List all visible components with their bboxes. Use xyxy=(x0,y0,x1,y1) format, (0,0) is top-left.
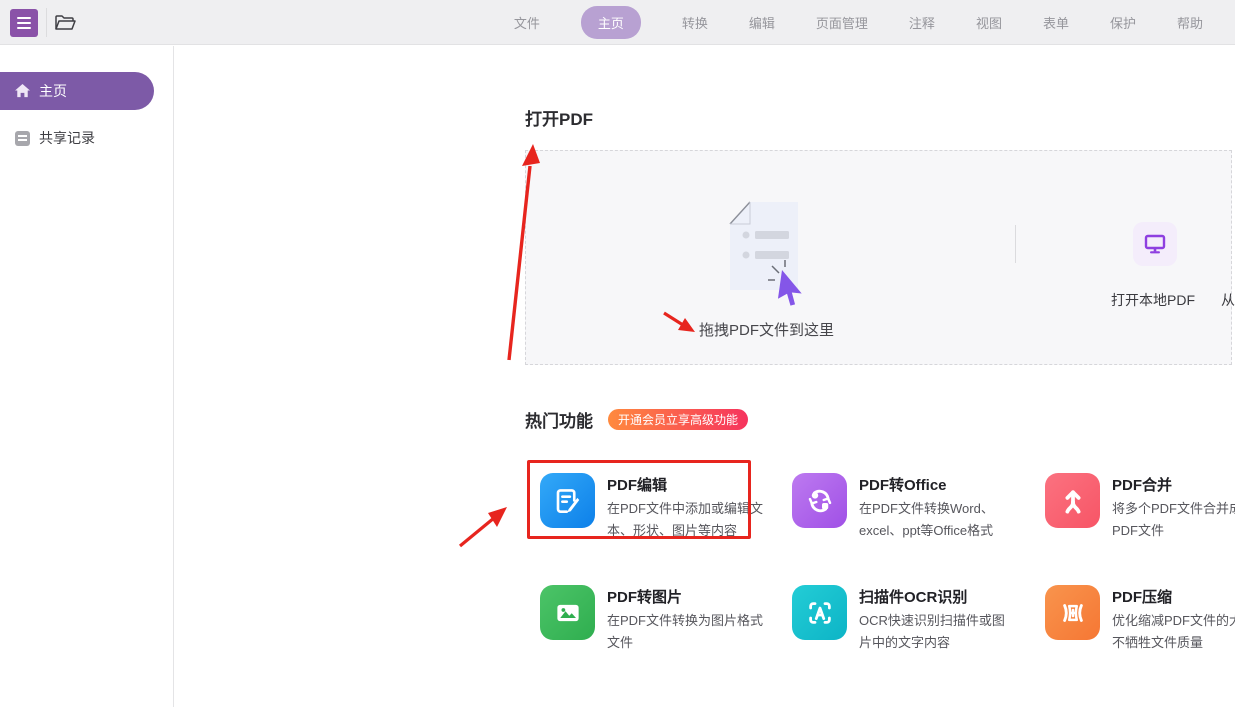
open-local-pdf-button[interactable] xyxy=(1133,222,1177,266)
card-title: PDF转Office xyxy=(859,474,994,495)
feature-card-pdf-to-image[interactable]: PDF转图片 在PDF文件转换为图片格式 文件 xyxy=(540,585,763,654)
card-title: 扫描件OCR识别 xyxy=(859,586,1005,607)
card-desc-line: 在PDF文件转换Word、 xyxy=(859,498,994,520)
dropzone-hint-text: 拖拽PDF文件到这里 xyxy=(699,319,834,340)
card-title: PDF压缩 xyxy=(1112,586,1235,607)
merge-arrow-icon xyxy=(1045,473,1100,528)
card-desc-line: excel、ppt等Office格式 xyxy=(859,520,994,542)
compress-icon xyxy=(1045,585,1100,640)
card-desc-line: 不牺牲文件质量 xyxy=(1112,632,1235,654)
feature-card-ocr[interactable]: 扫描件OCR识别 OCR快速识别扫描件或图 片中的文字内容 xyxy=(792,585,1005,654)
open-local-pdf-label[interactable]: 打开本地PDF xyxy=(1111,290,1195,310)
share-record-icon xyxy=(14,130,30,146)
convert-sync-icon xyxy=(792,473,847,528)
card-desc-line: 在PDF文件中添加或编辑文 xyxy=(607,498,763,520)
card-desc-line: PDF文件 xyxy=(1112,520,1235,542)
tab-file[interactable]: 文件 xyxy=(514,13,540,32)
card-desc-line: 片中的文字内容 xyxy=(859,632,1005,654)
sidebar-item-label: 共享记录 xyxy=(39,128,95,148)
hot-features-heading: 热门功能 xyxy=(525,407,593,432)
clipped-option-label[interactable]: 从 xyxy=(1221,290,1235,310)
sidebar-item-label: 主页 xyxy=(39,81,67,101)
vip-promo-badge[interactable]: 开通会员立享高级功能 xyxy=(608,409,748,430)
feature-card-pdf-edit[interactable]: PDF编辑 在PDF文件中添加或编辑文 本、形状、图片等内容 xyxy=(540,473,763,542)
tab-page-manage[interactable]: 页面管理 xyxy=(816,13,868,32)
card-desc-line: 优化缩减PDF文件的大小 xyxy=(1112,610,1235,632)
tab-protect[interactable]: 保护 xyxy=(1110,13,1136,32)
card-title: PDF合并 xyxy=(1112,474,1235,495)
hamburger-menu-button[interactable] xyxy=(10,9,38,37)
tab-convert[interactable]: 转换 xyxy=(682,13,708,32)
edit-doc-icon xyxy=(540,473,595,528)
pdf-dropzone[interactable] xyxy=(525,150,1232,365)
ribbon-tabs: 文件 主页 转换 编辑 页面管理 注释 视图 表单 保护 帮助 xyxy=(514,0,1235,45)
open-pdf-heading: 打开PDF xyxy=(525,105,593,130)
image-icon xyxy=(540,585,595,640)
top-toolbar: 文件 主页 转换 编辑 页面管理 注释 视图 表单 保护 帮助 xyxy=(0,0,1235,45)
tab-view[interactable]: 视图 xyxy=(976,13,1002,32)
feature-card-pdf-merge[interactable]: PDF合并 将多个PDF文件合并成一 PDF文件 xyxy=(1045,473,1235,542)
home-icon xyxy=(14,83,30,99)
card-desc-line: 在PDF文件转换为图片格式 xyxy=(607,610,763,632)
feature-card-pdf-compress[interactable]: PDF压缩 优化缩减PDF文件的大小 不牺牲文件质量 xyxy=(1045,585,1235,654)
tab-help[interactable]: 帮助 xyxy=(1177,13,1203,32)
sidebar-item-home[interactable]: 主页 xyxy=(0,72,154,110)
tab-home[interactable]: 主页 xyxy=(581,6,641,39)
monitor-icon xyxy=(1143,233,1167,255)
card-desc-line: 本、形状、图片等内容 xyxy=(607,520,763,542)
feature-card-pdf-to-office[interactable]: PDF转Office 在PDF文件转换Word、 excel、ppt等Offic… xyxy=(792,473,994,542)
open-folder-icon[interactable] xyxy=(53,11,77,35)
card-title: PDF编辑 xyxy=(607,474,763,495)
tab-edit[interactable]: 编辑 xyxy=(749,13,775,32)
tab-form[interactable]: 表单 xyxy=(1043,13,1069,32)
card-desc-line: 将多个PDF文件合并成一 xyxy=(1112,498,1235,520)
left-sidebar: 主页 共享记录 xyxy=(0,46,174,707)
tab-comment[interactable]: 注释 xyxy=(909,13,935,32)
dropzone-divider xyxy=(1015,225,1016,263)
sidebar-item-share-records[interactable]: 共享记录 xyxy=(0,126,154,150)
card-desc-line: OCR快速识别扫描件或图 xyxy=(859,610,1005,632)
card-desc-line: 文件 xyxy=(607,632,763,654)
ocr-scan-icon xyxy=(792,585,847,640)
card-title: PDF转图片 xyxy=(607,586,763,607)
annotation-arrow-pdf-edit-card xyxy=(452,496,520,554)
toolbar-divider xyxy=(46,8,47,37)
